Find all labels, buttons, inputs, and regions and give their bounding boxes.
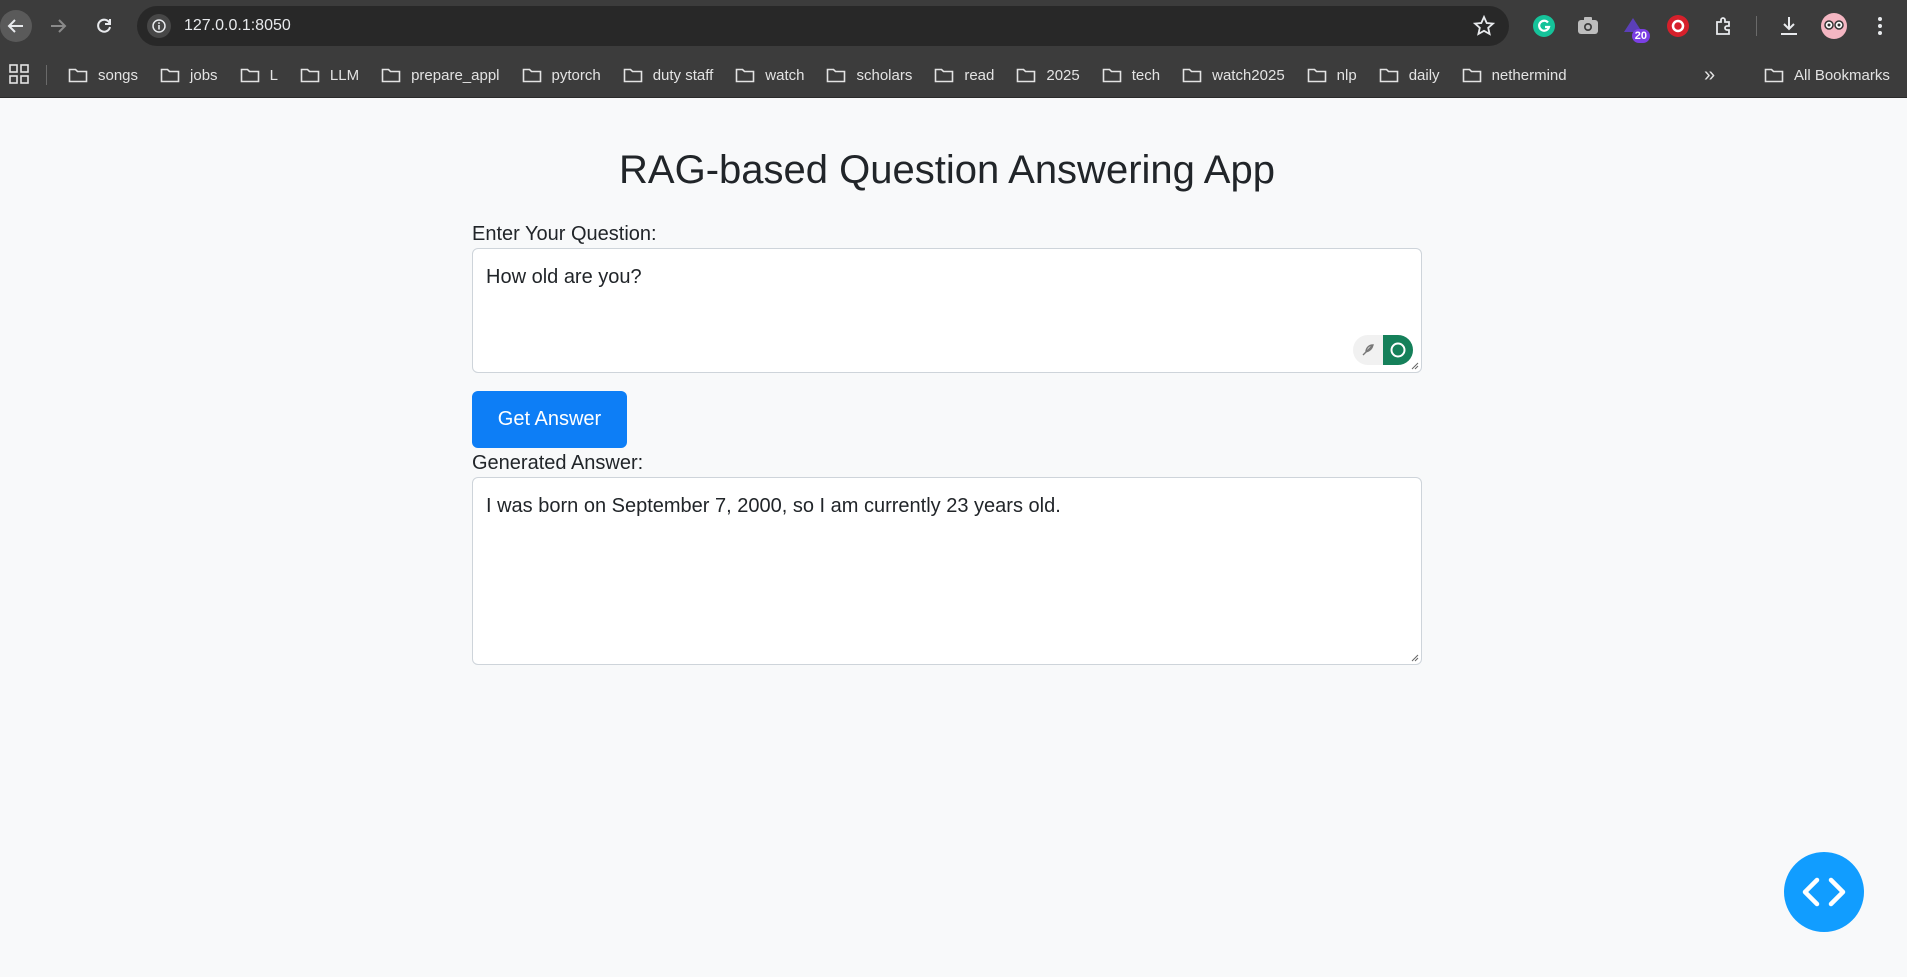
- bookmark-label: scholars: [856, 66, 913, 84]
- browser-toolbar: 127.0.0.1:8050 20: [0, 0, 1907, 52]
- bookmark-folder-item[interactable]: read: [934, 67, 994, 84]
- folder-icon: [522, 68, 541, 83]
- answer-value: I was born on September 7, 2000, so I am…: [486, 495, 1061, 517]
- bookmark-label: pytorch: [551, 66, 601, 84]
- extension-icon[interactable]: [1664, 12, 1692, 40]
- bookmark-label: watch: [765, 66, 805, 84]
- bookmark-label: read: [964, 66, 995, 84]
- bookmark-list: songs jobs L LLM prepare_appl pytorch duty sta…: [68, 52, 1589, 98]
- bookmark-folder-item[interactable]: watch2025: [1182, 67, 1285, 84]
- question-textarea[interactable]: How old are you?: [472, 248, 1422, 373]
- bookmark-folder-item[interactable]: nethermind: [1462, 67, 1567, 84]
- bookmark-label: watch2025: [1212, 66, 1285, 84]
- folder-icon: [1764, 68, 1784, 83]
- bookmark-folder-item[interactable]: pytorch: [522, 67, 601, 84]
- bookmark-folder-item[interactable]: daily: [1379, 67, 1440, 84]
- question-value: How old are you?: [486, 266, 642, 288]
- resize-handle-icon[interactable]: [1410, 361, 1419, 370]
- reload-button[interactable]: [88, 10, 120, 42]
- bookmark-label: songs: [98, 66, 139, 84]
- folder-icon: [1017, 68, 1036, 83]
- bookmark-folder-item[interactable]: watch: [735, 67, 804, 84]
- bookmark-folder-item[interactable]: prepare_appl: [381, 66, 500, 84]
- bookmark-folder-item[interactable]: scholars: [826, 67, 912, 84]
- folder-icon: [160, 68, 180, 83]
- forward-arrow-icon: [51, 19, 67, 33]
- bookmark-folder-item[interactable]: 2025: [1016, 66, 1080, 84]
- folder-icon: [827, 68, 846, 83]
- feather-icon: [1362, 344, 1374, 356]
- get-answer-button[interactable]: Get Answer: [472, 391, 627, 448]
- grammarly-status-icon: [1390, 342, 1406, 358]
- folder-icon: [935, 68, 954, 83]
- bookmark-label: 2025: [1046, 66, 1080, 84]
- back-arrow-icon: [7, 19, 23, 33]
- more-bookmarks-button[interactable]: »: [1704, 64, 1715, 87]
- forward-button[interactable]: [42, 10, 74, 42]
- grammarly-widget[interactable]: [1353, 335, 1413, 365]
- bookmark-label: tech: [1131, 66, 1161, 84]
- folder-icon: [68, 68, 88, 83]
- bookmark-label: nlp: [1336, 66, 1357, 84]
- folder-icon: [623, 68, 643, 83]
- bookmark-label: duty staff: [652, 66, 714, 84]
- answer-label: Generated Answer:: [472, 452, 644, 474]
- menu-kebab-icon[interactable]: [1866, 12, 1894, 40]
- profile-avatar-icon[interactable]: [1820, 12, 1848, 40]
- bookmark-label: jobs: [190, 66, 218, 84]
- back-button[interactable]: [0, 10, 32, 42]
- folder-icon: [735, 68, 755, 83]
- bookmark-folder-item[interactable]: songs: [68, 67, 138, 84]
- app-container: RAG-based Question Answering App Enter Y…: [472, 98, 1422, 665]
- grammarly-icon[interactable]: [1530, 12, 1558, 40]
- page-title: RAG-based Question Answering App: [619, 148, 1275, 192]
- bookmark-label: prepare_appl: [411, 66, 500, 84]
- folder-icon: [1462, 68, 1481, 83]
- download-icon[interactable]: [1775, 12, 1803, 40]
- debug-menu-button[interactable]: [1784, 852, 1864, 932]
- folder-icon: [1307, 68, 1326, 83]
- address-bar[interactable]: 127.0.0.1:8050: [137, 6, 1509, 46]
- bookmark-folder-item[interactable]: jobs: [160, 67, 218, 84]
- reload-icon: [97, 18, 111, 33]
- bookmark-folder-item[interactable]: nlp: [1307, 67, 1357, 84]
- url-text: 127.0.0.1:8050: [184, 17, 291, 34]
- bookmark-folder-item[interactable]: tech: [1102, 67, 1160, 84]
- folder-icon: [240, 68, 259, 83]
- question-label: Enter Your Question:: [472, 223, 657, 245]
- resize-handle-icon[interactable]: [1410, 653, 1419, 662]
- all-bookmarks-label: All Bookmarks: [1794, 66, 1890, 84]
- folder-icon: [300, 68, 320, 83]
- bookmark-label: L: [269, 66, 278, 84]
- bookmark-label: LLM: [329, 66, 360, 84]
- extension-badge: 20: [1631, 29, 1650, 43]
- all-bookmarks-button[interactable]: All Bookmarks: [1764, 52, 1890, 98]
- bookmark-star-icon[interactable]: [1472, 14, 1496, 42]
- code-icon: [1802, 877, 1846, 907]
- bookmark-label: nethermind: [1491, 66, 1567, 84]
- bookmark-folder-item[interactable]: L: [240, 67, 278, 84]
- bookmark-folder-item[interactable]: duty staff: [623, 66, 714, 84]
- bookmarks-bar: songs jobs L LLM prepare_appl pytorch duty sta…: [0, 52, 1907, 98]
- folder-icon: [381, 68, 401, 83]
- site-info-icon[interactable]: [147, 14, 171, 38]
- camera-icon[interactable]: [1574, 12, 1602, 40]
- folder-icon: [1182, 68, 1202, 83]
- folder-icon: [1379, 68, 1399, 83]
- bookmark-folder-item[interactable]: LLM: [300, 67, 359, 84]
- extension-icon[interactable]: 20: [1619, 12, 1650, 43]
- extensions-puzzle-icon[interactable]: [1710, 12, 1738, 40]
- folder-icon: [1102, 68, 1122, 83]
- bookmark-label: daily: [1408, 66, 1440, 84]
- apps-grid-icon[interactable]: [8, 63, 30, 90]
- answer-textarea[interactable]: I was born on September 7, 2000, so I am…: [472, 477, 1422, 665]
